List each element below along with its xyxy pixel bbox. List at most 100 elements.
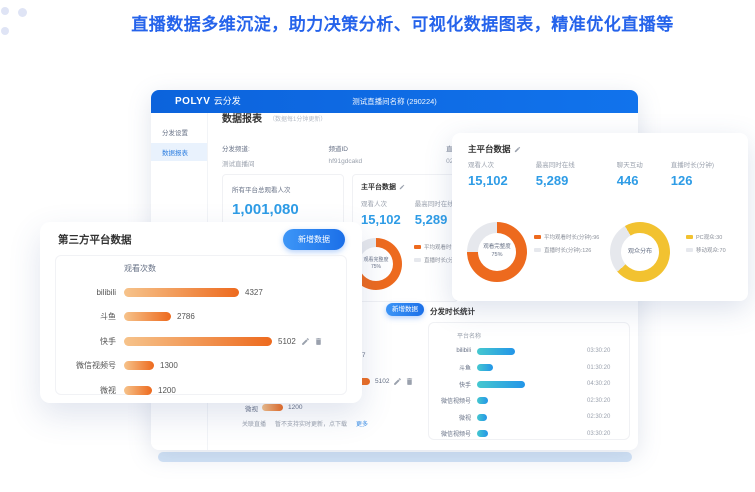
stat-label: 最高同时在线 bbox=[536, 159, 575, 169]
stat-value: 5,289 bbox=[536, 173, 575, 188]
info-field: 频道IDhf91gdcakd bbox=[329, 143, 363, 168]
delete-icon[interactable] bbox=[314, 337, 323, 346]
footer-note: 关联直播 暂不支持实时更新，点下载 更多 bbox=[242, 419, 368, 428]
legend-label: PC观众:30 bbox=[696, 233, 722, 241]
bar bbox=[477, 381, 525, 388]
bar-label: 斗鱼 bbox=[433, 363, 471, 372]
bar bbox=[124, 361, 154, 370]
bar-label: 微视 bbox=[222, 403, 258, 413]
panel-stats: 观看人次 15,102 最高同时在线 5,289 聊天互动446 直播时长(分钟)126 bbox=[468, 159, 714, 188]
edit-icon[interactable] bbox=[514, 146, 521, 153]
bar bbox=[477, 430, 488, 437]
bar-label: 微信视频号 bbox=[56, 360, 116, 371]
edit-icon[interactable] bbox=[393, 377, 402, 386]
decor-dot bbox=[1, 7, 9, 15]
bar-value: 5102 bbox=[278, 337, 296, 346]
legend-item: 移动观众:70 bbox=[686, 246, 726, 254]
bar-value: 1200 bbox=[158, 386, 176, 395]
bar bbox=[477, 397, 488, 404]
sidebar-item-data-reports[interactable]: 数据报表 bbox=[151, 143, 207, 161]
bar-value: 1200 bbox=[288, 404, 302, 411]
main-platform-card-title: 主平台数据 bbox=[361, 182, 396, 192]
bar-actions bbox=[393, 377, 414, 386]
third-party-card: 第三方平台数据 新增数据 观看次数 bilibili4327斗鱼2786快手51… bbox=[40, 222, 362, 403]
edit-icon[interactable] bbox=[399, 184, 405, 190]
page-note: （数据每1分钟更新） bbox=[269, 114, 326, 123]
third-party-chart: 观看次数 bilibili4327斗鱼2786快手5102微信视频号1300微视… bbox=[55, 255, 347, 395]
bar bbox=[124, 288, 239, 297]
legend-chip bbox=[686, 235, 693, 239]
bar-row: 斗鱼 01:30:20 bbox=[433, 360, 625, 377]
legend-item: 直播时长(分钟):126 bbox=[534, 246, 599, 254]
bar-row: bilibili4327 bbox=[56, 280, 346, 305]
bar-row: 微视 1200 bbox=[56, 378, 346, 403]
donut-center-label: 观看完整度 bbox=[363, 257, 388, 264]
stat: 聊天互动446 bbox=[617, 159, 643, 188]
delete-icon[interactable] bbox=[405, 377, 414, 386]
duration-axis-label: 平台名称 bbox=[457, 331, 629, 340]
footer-note-link[interactable]: 更多 bbox=[356, 419, 368, 428]
add-data-button[interactable]: 新增数据 bbox=[283, 229, 345, 250]
bar-row: 微视02:30:20 bbox=[433, 409, 625, 426]
decor-dot bbox=[1, 27, 9, 35]
stat-value: 15,102 bbox=[468, 173, 508, 188]
mini-stats: 观看人次 15,102 最高同时在线5,289 bbox=[361, 198, 457, 227]
bar-row: 快手 5102 bbox=[56, 329, 346, 354]
donut-center-label: 观看完整度 bbox=[483, 244, 511, 252]
duration-chart-card: 平台名称 bilibili03:30:20斗鱼01:30:20快手04:30:2… bbox=[428, 322, 630, 440]
info-field-label: 频道ID bbox=[329, 143, 363, 153]
stat: 最高同时在线 5,289 bbox=[536, 159, 575, 188]
bar bbox=[477, 364, 493, 371]
bar-value: 04:30:20 bbox=[587, 381, 610, 387]
audience-legend: PC观众:30 移动观众:70 bbox=[686, 233, 726, 254]
bar-row: 微信视频号 1300 bbox=[56, 354, 346, 379]
bar-label: 快手 bbox=[56, 336, 116, 347]
bar-label: 微信视频号 bbox=[433, 429, 471, 438]
tab-duration-stats[interactable]: 分发时长统计 bbox=[430, 306, 475, 317]
room-title: 测试直播间名称 (290224) bbox=[271, 90, 518, 113]
completion-donut: 观看完整度 75% bbox=[467, 222, 527, 282]
bar-label: bilibili bbox=[433, 348, 471, 354]
bar-value: 5102 bbox=[375, 378, 389, 385]
sidebar-item-distribution-settings[interactable]: 分发设置 bbox=[151, 123, 207, 141]
stat-label: 聊天互动 bbox=[617, 159, 643, 169]
footer-note-prefix: 关联直播 bbox=[242, 419, 266, 428]
bar bbox=[477, 414, 487, 421]
bar-label: 微视 bbox=[56, 385, 116, 396]
bar-value: 02:30:20 bbox=[587, 398, 610, 404]
stat-value: 15,102 bbox=[361, 212, 401, 227]
stat-label: 观看人次 bbox=[468, 159, 508, 169]
bar bbox=[124, 312, 171, 321]
bar bbox=[124, 337, 272, 346]
window-footer-strip bbox=[158, 452, 632, 462]
donut-center-label: 观众分布 bbox=[628, 248, 652, 256]
main-platform-card: 主平台数据 观看人次15,102最高同时在线5,289 观看完整度 75% 平均… bbox=[352, 174, 458, 302]
stat: 最高同时在线5,289 bbox=[415, 198, 454, 227]
legend-chip bbox=[686, 248, 693, 252]
main-platform-panel: 主平台数据 观看人次15,102最高同时在线5,289聊天互动446直播时长(分… bbox=[452, 133, 748, 301]
bar-value: 1300 bbox=[160, 361, 178, 370]
stat-label: 最高同时在线 bbox=[415, 198, 454, 208]
page: 直播数据多维沉淀，助力决策分析、可视化数据图表，精准优化直播等 POLYV 云分… bbox=[0, 0, 755, 492]
total-views-label: 所有平台总观看人次 bbox=[232, 184, 343, 194]
page-title: 数据报表 bbox=[222, 110, 262, 125]
completion-legend: 平均观看时长(分钟):96 直播时长(分钟):126 bbox=[534, 233, 599, 254]
legend-chip bbox=[414, 258, 421, 262]
stat: 直播时长(分钟)126 bbox=[671, 159, 714, 188]
bar-row: 微信视频号02:30:20 bbox=[433, 393, 625, 410]
bar-row: bilibili03:30:20 bbox=[433, 343, 625, 360]
edit-icon[interactable] bbox=[301, 337, 310, 346]
info-field-value: 测试直播间 bbox=[222, 158, 255, 168]
stat-label: 观看人次 bbox=[361, 198, 401, 208]
legend-chip bbox=[534, 248, 541, 252]
bar-label: 微视 bbox=[433, 413, 471, 422]
add-data-button[interactable]: 新增数据 bbox=[386, 303, 424, 316]
bar-value: 01:30:20 bbox=[587, 365, 610, 371]
donut-center-value: 75% bbox=[371, 264, 381, 271]
chart-title: 观看次数 bbox=[124, 263, 346, 274]
bar-label: bilibili bbox=[56, 288, 116, 297]
bar-row: 微信视频号03:30:20 bbox=[433, 426, 625, 443]
legend-item: PC观众:30 bbox=[686, 233, 726, 241]
legend-item: 平均观看时长(分钟):96 bbox=[534, 233, 599, 241]
third-party-title: 第三方平台数据 bbox=[58, 232, 132, 247]
